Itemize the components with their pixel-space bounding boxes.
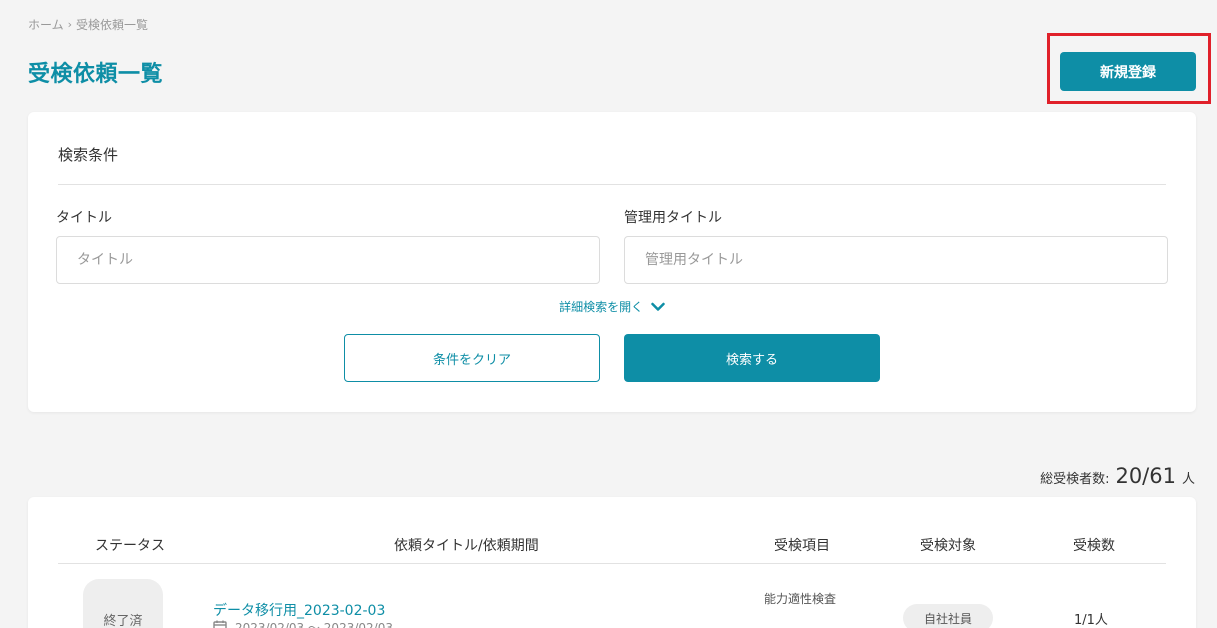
chevron-down-icon bbox=[651, 301, 665, 315]
breadcrumb-separator: › bbox=[67, 18, 73, 31]
request-table: ステータス 依頼タイトル/依頼期間 受検項目 受検対象 受検数 終了済 データ移… bbox=[28, 497, 1196, 628]
header-target: 受検対象 bbox=[920, 538, 976, 554]
request-title-link[interactable]: データ移行用_2023-02-03 bbox=[213, 600, 385, 620]
calendar-icon bbox=[213, 620, 227, 628]
search-panel: 検索条件 タイトル 管理用タイトル 詳細検索を開く 条件をクリア 検索する bbox=[28, 112, 1196, 412]
advanced-search-label: 詳細検索を開く bbox=[559, 300, 644, 314]
admin-title-input[interactable] bbox=[624, 236, 1168, 284]
header-status: ステータス bbox=[95, 538, 165, 554]
page: ホーム › 受検依頼一覧 受検依頼一覧 新規登録 検索条件 タイトル 管理用タイ… bbox=[0, 0, 1217, 628]
exam-item: 能力適性検査 bbox=[764, 592, 837, 606]
total-examinees-unit: 人 bbox=[1181, 472, 1195, 487]
new-registration-button[interactable]: 新規登録 bbox=[1060, 52, 1196, 91]
breadcrumb-home-link[interactable]: ホーム bbox=[28, 16, 64, 33]
clear-conditions-button[interactable]: 条件をクリア bbox=[344, 334, 600, 382]
breadcrumb: ホーム › 受検依頼一覧 bbox=[28, 16, 148, 33]
total-examinees-label: 総受検者数: bbox=[1040, 472, 1110, 487]
request-period: 2023/02/03 ～ 2023/02/03 bbox=[213, 619, 393, 628]
header-title-period: 依頼タイトル/依頼期間 bbox=[394, 538, 539, 554]
search-button[interactable]: 検索する bbox=[624, 334, 880, 382]
exam-count: 1/1人 bbox=[1074, 613, 1108, 628]
total-examinees: 総受検者数: 20/61 人 bbox=[1040, 464, 1195, 488]
page-title: 受検依頼一覧 bbox=[28, 62, 164, 87]
search-divider bbox=[58, 184, 1166, 185]
search-heading: 検索条件 bbox=[58, 146, 119, 164]
header-exam-items: 受検項目 bbox=[774, 538, 830, 554]
title-label: タイトル bbox=[56, 210, 112, 226]
title-input[interactable] bbox=[56, 236, 600, 284]
request-period-text: 2023/02/03 ～ 2023/02/03 bbox=[235, 621, 393, 628]
advanced-search-toggle[interactable]: 詳細検索を開く bbox=[28, 298, 1196, 315]
header-count: 受検数 bbox=[1073, 538, 1115, 554]
target-badge: 自社社員 bbox=[903, 604, 993, 628]
table-divider bbox=[58, 563, 1166, 564]
total-examinees-value: 20/61 bbox=[1115, 464, 1176, 488]
admin-title-label: 管理用タイトル bbox=[624, 210, 722, 226]
status-badge: 終了済 bbox=[83, 579, 163, 628]
breadcrumb-current: 受検依頼一覧 bbox=[76, 18, 149, 32]
